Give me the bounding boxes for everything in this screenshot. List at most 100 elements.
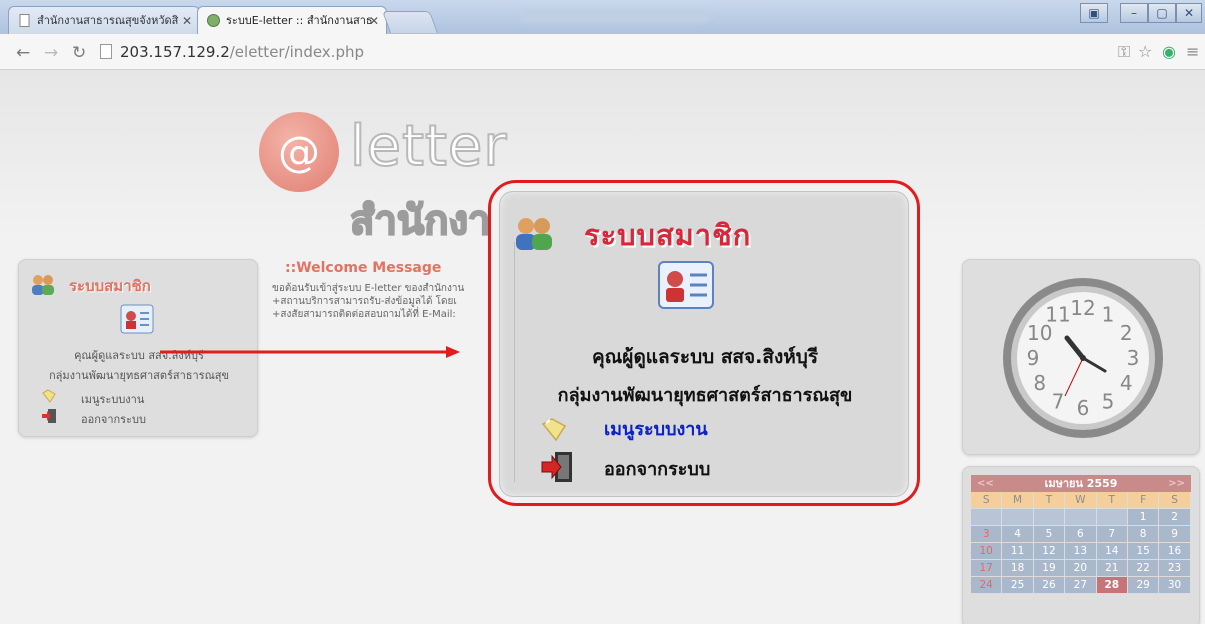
calendar-day[interactable]: 16 [1159,543,1191,560]
calendar-weekday: T [1096,492,1128,509]
calendar-day[interactable]: 7 [1096,526,1128,543]
logout-link[interactable]: ออกจากระบบ [81,410,146,428]
close-tab-icon[interactable]: ✕ [182,7,192,34]
calendar-day[interactable]: 18 [1002,560,1034,577]
clock-number: 5 [1102,389,1115,413]
calendar-day[interactable]: 8 [1127,526,1160,543]
calendar-week-row: 24 25 26 27 28 29 30 [971,577,1191,594]
menu-icon[interactable]: ≡ [1186,42,1199,61]
page-icon [19,14,30,27]
browser-tab-bar: สำนักงานสาธารณสุขจังหวัดสิ ✕ ระบบE-lette… [0,0,1205,34]
calendar-day[interactable]: 9 [1159,526,1191,543]
calendar-day[interactable]: 15 [1127,543,1160,560]
calendar-day[interactable]: 20 [1065,560,1097,577]
calendar-day[interactable]: 28 [1096,577,1128,594]
clock-number: 3 [1127,346,1140,370]
key-icon[interactable]: ⚿ [1118,42,1130,62]
calendar-day[interactable]: 11 [1002,543,1034,560]
new-tab-button[interactable] [381,11,439,33]
calendar-day[interactable]: 19 [1033,560,1066,577]
member-panel-zoomed: ระบบสมาชิก คุณผู้ดูแลระบบ สสจ.สิงห์บุรี … [499,191,909,497]
calendar-day[interactable]: 21 [1096,560,1128,577]
window-title-blur [520,9,710,23]
member-group-zoomed: กลุ่มงานพัฒนายุทธศาสตร์สาธารณสุข [557,385,853,406]
browser-tab-1[interactable]: สำนักงานสาธารณสุขจังหวัดสิ ✕ [8,6,200,34]
calendar-day[interactable]: 5 [1033,526,1066,543]
reload-icon[interactable]: ↻ [72,43,86,63]
browser-tab-2[interactable]: ระบบE-letter :: สำนักงานสาธ ✕ [197,6,387,34]
logo-word: letter [349,113,508,180]
close-tab-icon[interactable]: ✕ [369,7,379,34]
close-window-button[interactable]: ✕ [1176,3,1202,23]
calendar-day[interactable]: 22 [1127,560,1160,577]
member-user-name-zoomed: คุณผู้ดูแลระบบ สสจ.สิงห์บุรี [591,346,819,368]
logo-subtitle: สำนักงาน [350,197,490,245]
calendar-header: << เมษายน 2559 >> [971,475,1191,492]
folder-icon [541,418,567,442]
calendar-day[interactable]: 3 [971,526,1003,543]
id-card-icon [658,261,714,309]
maximize-button[interactable]: ▢ [1148,3,1176,23]
calendar-day[interactable]: 2 [1159,509,1191,526]
back-arrow-icon[interactable]: ← [16,43,30,63]
users-icon [32,275,54,295]
clock-number: 7 [1052,389,1065,413]
calendar-day[interactable]: 29 [1127,577,1160,594]
logo-at-symbol: @ [259,112,339,192]
calendar-day [1065,509,1097,526]
calendar-weekday: F [1127,492,1160,509]
folder-icon [42,389,56,403]
calendar-day[interactable]: 12 [1033,543,1066,560]
calendar-day[interactable]: 24 [971,577,1003,594]
calendar-day[interactable]: 27 [1065,577,1097,594]
window-switch-icon[interactable]: ▣ [1080,3,1108,23]
calendar-week-row: 10 11 12 13 14 15 16 [971,543,1191,560]
calendar-day [1002,509,1034,526]
clock-number: 1 [1102,303,1115,327]
calendar-weekday: M [1002,492,1034,509]
clock-number: 11 [1045,303,1070,327]
calendar-day[interactable]: 26 [1033,577,1066,594]
calendar-day[interactable]: 1 [1127,509,1160,526]
member-panel-title: ระบบสมาชิก [69,277,151,295]
browser-toolbar: ← → ↻ 203.157.129.2/eletter/index.php ⚿ … [0,34,1205,70]
star-icon[interactable]: ☆ [1138,42,1152,61]
calendar-day[interactable]: 14 [1096,543,1128,560]
welcome-line: +สงสัยสามารถติดต่อสอบถามได้ที่ E-Mail: [272,309,456,320]
clock-number: 2 [1120,321,1133,345]
calendar-day[interactable]: 13 [1065,543,1097,560]
calendar-day[interactable]: 6 [1065,526,1097,543]
member-group: กลุ่มงานพัฒนายุทธศาสตร์สาธารณสุข [48,369,230,382]
calendar-day[interactable]: 23 [1159,560,1191,577]
calendar-weekday: S [1159,492,1191,509]
menu-link[interactable]: เมนูระบบงาน [81,390,144,408]
calendar-day [1033,509,1066,526]
address-bar[interactable]: 203.157.129.2/eletter/index.php [98,39,1098,65]
clock-number: 8 [1033,371,1046,395]
calendar-day[interactable]: 25 [1002,577,1034,594]
calendar-next[interactable]: >> [1168,475,1185,492]
forward-arrow-icon[interactable]: → [44,43,58,63]
calendar-day[interactable]: 30 [1159,577,1191,594]
browser-tab-2-title: ระบบE-letter :: สำนักงานสาธ [226,14,373,27]
calendar-weekday: W [1065,492,1097,509]
calendar-day [1096,509,1128,526]
calendar-weekday: T [1033,492,1066,509]
welcome-title: ::Welcome Message [285,260,442,276]
users-icon [516,218,552,250]
menu-link-zoomed[interactable]: เมนูระบบงาน [604,414,708,443]
extension-icon[interactable]: ◉ [1162,42,1176,61]
calendar-day[interactable]: 10 [971,543,1003,560]
clock-number: 4 [1120,371,1133,395]
calendar-week-row: 17 18 19 20 21 22 23 [971,560,1191,577]
calendar-day[interactable]: 4 [1002,526,1034,543]
logout-icon [42,409,56,423]
logout-link-zoomed[interactable]: ออกจากระบบ [604,454,710,483]
calendar-day[interactable]: 17 [971,560,1003,577]
calendar-week-row: 12 [971,509,1191,526]
minimize-button[interactable]: – [1120,3,1148,23]
calendar-prev[interactable]: << [977,475,994,492]
zoom-callout: ระบบสมาชิก คุณผู้ดูแลระบบ สสจ.สิงห์บุรี … [488,180,920,506]
clock-panel: 12 1 2 3 4 5 6 7 8 9 10 11 [962,259,1200,455]
clock-number: 6 [1077,396,1090,420]
